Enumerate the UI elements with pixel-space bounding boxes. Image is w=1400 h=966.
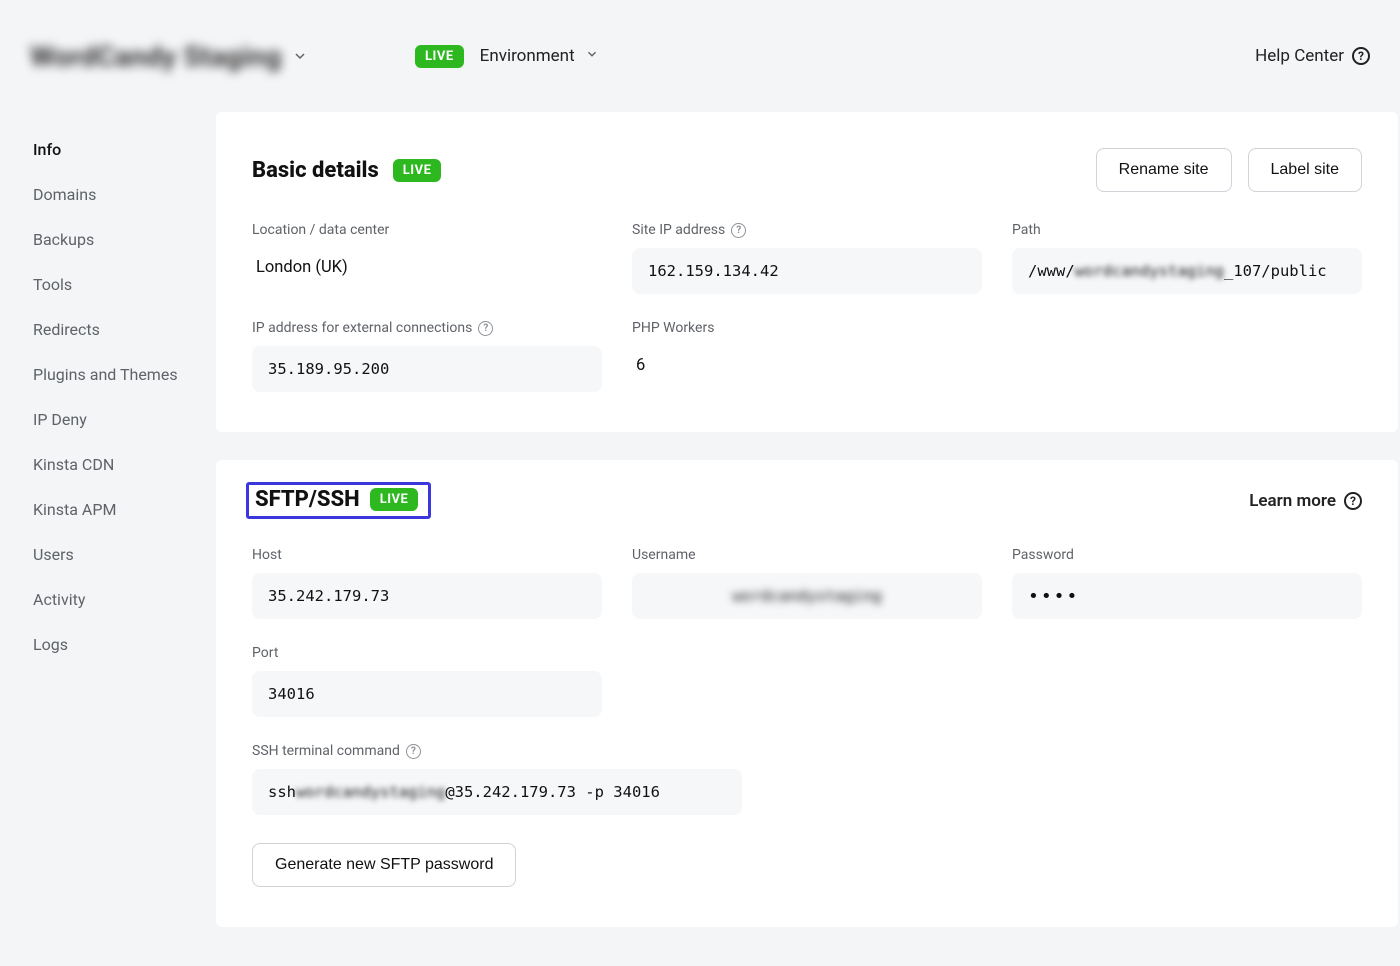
sidebar-item-backups[interactable]: Backups [0, 217, 216, 262]
basic-details-card: Basic details LIVE Rename site Label sit… [216, 112, 1398, 432]
field-label: Host [252, 547, 602, 563]
sidebar-item-label: Activity [33, 590, 85, 609]
info-icon[interactable]: ? [478, 321, 493, 336]
sidebar-item-label: IP Deny [33, 410, 87, 429]
location-value: London (UK) [252, 248, 602, 287]
info-icon[interactable]: ? [731, 223, 746, 238]
learn-more-label: Learn more [1249, 491, 1336, 511]
sftp-title: SFTP/SSH [255, 487, 360, 512]
path-blur: wordcandystaging [1075, 262, 1224, 280]
field-ssh-command: SSH terminal command ? ssh wordcandystag… [252, 743, 1362, 815]
sidebar-item-info[interactable]: Info [0, 127, 216, 172]
sidebar-item-activity[interactable]: Activity [0, 577, 216, 622]
environment-selector[interactable]: Environment [480, 46, 599, 66]
sidebar-item-users[interactable]: Users [0, 532, 216, 577]
sidebar-item-label: Plugins and Themes [33, 365, 178, 384]
field-location: Location / data center London (UK) [252, 222, 602, 294]
sidebar-item-label: Backups [33, 230, 94, 249]
rename-site-button[interactable]: Rename site [1096, 148, 1232, 192]
learn-more-link[interactable]: Learn more ? [1249, 491, 1362, 511]
sidebar-item-redirects[interactable]: Redirects [0, 307, 216, 352]
content-area: Basic details LIVE Rename site Label sit… [216, 112, 1400, 966]
field-site-ip: Site IP address ? 162.159.134.42 [632, 222, 982, 294]
field-port: Port 34016 [252, 645, 602, 717]
ssh-command-value[interactable]: ssh wordcandystaging@35.242.179.73 -p 34… [252, 769, 742, 815]
sftp-title-highlight: SFTP/SSH LIVE [246, 482, 431, 519]
chevron-down-icon [585, 46, 599, 66]
field-path: Path /www/wordcandystaging_107/public [1012, 222, 1362, 294]
sidebar-item-label: Info [33, 140, 61, 159]
sidebar-item-plugins-themes[interactable]: Plugins and Themes [0, 352, 216, 397]
path-suffix: _107/public [1224, 262, 1327, 280]
sidebar-item-label: Kinsta APM [33, 500, 116, 519]
sidebar-item-label: Kinsta CDN [33, 455, 114, 474]
sidebar: Info Domains Backups Tools Redirects Plu… [0, 112, 216, 966]
environment-label: Environment [480, 46, 575, 66]
help-icon: ? [1344, 492, 1362, 510]
username-value[interactable]: wordcandystaging [632, 573, 982, 619]
field-label: Path [1012, 222, 1362, 238]
field-external-ip: IP address for external connections ? 35… [252, 320, 602, 392]
field-label: Password [1012, 547, 1362, 563]
sidebar-item-label: Tools [33, 275, 72, 294]
chevron-down-icon [292, 48, 308, 64]
sidebar-item-label: Redirects [33, 320, 100, 339]
basic-details-title: Basic details [252, 158, 379, 183]
sidebar-item-logs[interactable]: Logs [0, 622, 216, 667]
field-label: PHP Workers [632, 320, 982, 336]
field-label: Port [252, 645, 602, 661]
info-icon[interactable]: ? [406, 744, 421, 759]
sidebar-item-kinsta-apm[interactable]: Kinsta APM [0, 487, 216, 532]
password-value[interactable]: •••• [1012, 573, 1362, 619]
sidebar-item-label: Users [33, 545, 74, 564]
field-label: Site IP address ? [632, 222, 982, 238]
sidebar-item-label: Logs [33, 635, 68, 654]
site-name: WordCandy Staging [30, 40, 282, 73]
external-ip-value[interactable]: 35.189.95.200 [252, 346, 602, 392]
field-label: Username [632, 547, 982, 563]
site-ip-label-text: Site IP address [632, 222, 725, 238]
sidebar-item-tools[interactable]: Tools [0, 262, 216, 307]
site-selector[interactable]: WordCandy Staging [30, 40, 415, 73]
ext-ip-label-text: IP address for external connections [252, 320, 472, 336]
sftp-live-badge: LIVE [370, 488, 419, 511]
ssh-suffix: @35.242.179.73 -p 34016 [445, 783, 660, 801]
ssh-blur: wordcandystaging [296, 783, 445, 801]
field-label: Location / data center [252, 222, 602, 238]
topbar: WordCandy Staging LIVE Environment Help … [0, 0, 1400, 112]
label-site-button[interactable]: Label site [1248, 148, 1363, 192]
ssh-prefix: ssh [268, 783, 296, 801]
field-username: Username wordcandystaging [632, 547, 982, 619]
sidebar-item-domains[interactable]: Domains [0, 172, 216, 217]
field-host: Host 35.242.179.73 [252, 547, 602, 619]
path-prefix: /www/ [1028, 262, 1075, 280]
sidebar-item-label: Domains [33, 185, 96, 204]
env-live-badge: LIVE [415, 45, 464, 68]
help-icon: ? [1352, 47, 1370, 65]
field-label: IP address for external connections ? [252, 320, 602, 336]
field-password: Password •••• [1012, 547, 1362, 619]
username-blur: wordcandystaging [732, 587, 881, 605]
generate-sftp-password-button[interactable]: Generate new SFTP password [252, 843, 516, 887]
help-center-label: Help Center [1255, 46, 1344, 66]
sidebar-item-kinsta-cdn[interactable]: Kinsta CDN [0, 442, 216, 487]
port-value[interactable]: 34016 [252, 671, 602, 717]
basic-live-badge: LIVE [393, 159, 442, 182]
sidebar-item-ip-deny[interactable]: IP Deny [0, 397, 216, 442]
php-workers-value: 6 [632, 346, 982, 385]
path-value[interactable]: /www/wordcandystaging_107/public [1012, 248, 1362, 294]
host-value[interactable]: 35.242.179.73 [252, 573, 602, 619]
ssh-label-text: SSH terminal command [252, 743, 400, 759]
help-center-link[interactable]: Help Center ? [1255, 46, 1370, 66]
field-php-workers: PHP Workers 6 [632, 320, 982, 392]
field-label: SSH terminal command ? [252, 743, 1362, 759]
sftp-ssh-card: SFTP/SSH LIVE Learn more ? Host 35.242.1… [216, 460, 1398, 927]
site-ip-value[interactable]: 162.159.134.42 [632, 248, 982, 294]
